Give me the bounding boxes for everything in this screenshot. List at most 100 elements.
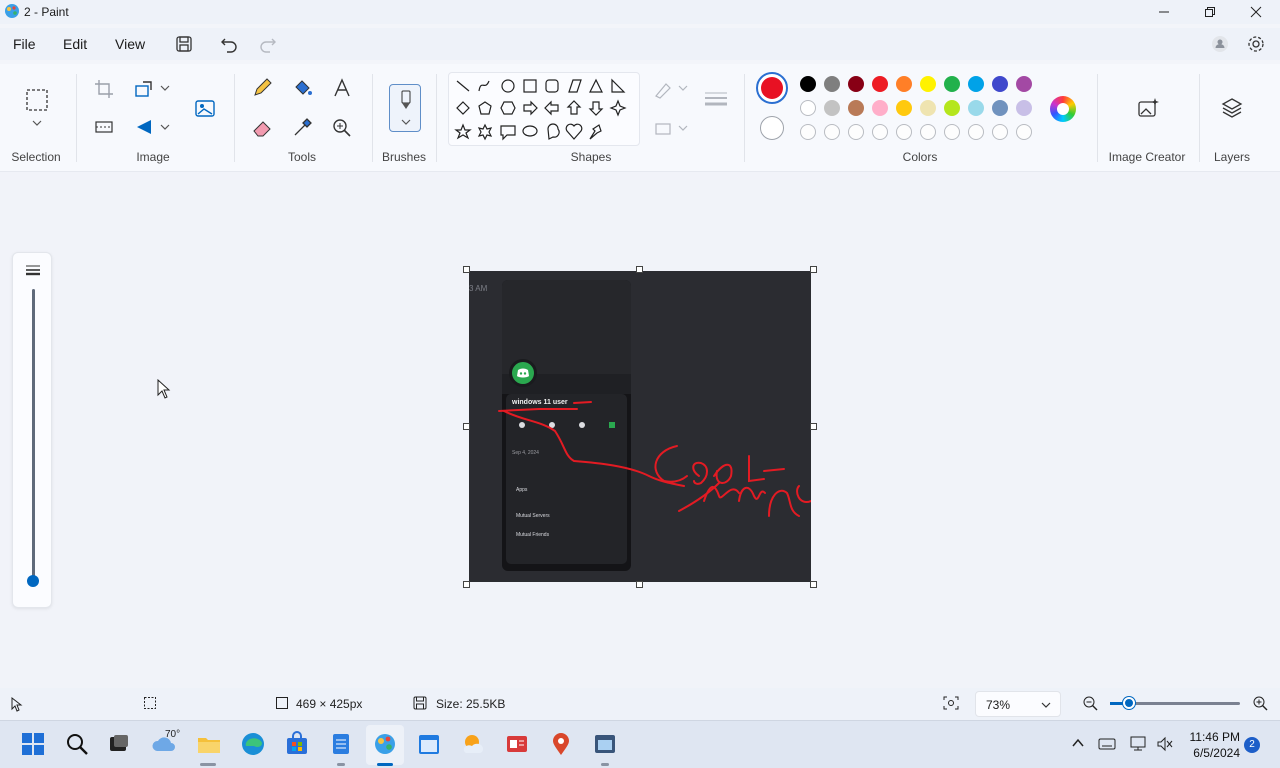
custom-color-slot[interactable] <box>848 124 864 140</box>
fill-chevron-down-icon[interactable] <box>676 122 690 134</box>
zoom-out-icon[interactable] <box>1082 695 1098 711</box>
keyboard-icon[interactable] <box>1098 737 1116 751</box>
resize-handle-top-left[interactable] <box>463 266 470 273</box>
zoom-level-dropdown[interactable]: 73% <box>975 691 1061 717</box>
edit-colors-button[interactable] <box>1050 96 1076 122</box>
weather-app-icon[interactable] <box>460 731 486 757</box>
resize-chevron-down-icon[interactable] <box>158 82 172 94</box>
shape-size-icon[interactable] <box>703 88 729 110</box>
custom-color-slot[interactable] <box>824 124 840 140</box>
custom-color-slot[interactable] <box>944 124 960 140</box>
minimize-button[interactable] <box>1141 0 1187 24</box>
undo-icon[interactable] <box>219 34 239 54</box>
brushes-button[interactable] <box>389 84 421 132</box>
image-properties-icon[interactable] <box>193 96 217 120</box>
custom-color-slot[interactable] <box>920 124 936 140</box>
color-swatch[interactable] <box>920 76 936 92</box>
zoom-slider-thumb[interactable] <box>1123 697 1135 709</box>
color-picker-icon[interactable] <box>291 117 313 139</box>
menu-edit[interactable]: Edit <box>63 36 87 52</box>
custom-color-slot[interactable] <box>1016 124 1032 140</box>
color-swatch[interactable] <box>992 100 1008 116</box>
color-swatch[interactable] <box>800 76 816 92</box>
outline-style-icon[interactable] <box>652 78 674 100</box>
secondary-color-button[interactable] <box>760 116 784 140</box>
account-icon[interactable] <box>1210 34 1230 54</box>
network-monitor-icon[interactable] <box>1130 736 1148 752</box>
color-swatch[interactable] <box>944 100 960 116</box>
eraser-icon[interactable] <box>251 117 273 139</box>
image-creator-icon[interactable] <box>1136 96 1160 120</box>
color-swatch[interactable] <box>968 100 984 116</box>
brush-size-track[interactable] <box>32 289 35 579</box>
edge-browser-icon[interactable] <box>240 731 266 757</box>
resize-handle-bottom-right[interactable] <box>810 581 817 588</box>
resize-handle-top[interactable] <box>636 266 643 273</box>
color-swatch[interactable] <box>848 100 864 116</box>
task-view-icon[interactable] <box>106 731 132 757</box>
resize-handle-bottom[interactable] <box>636 581 643 588</box>
show-hidden-icons-chevron-up-icon[interactable] <box>1071 737 1085 749</box>
notepad-icon[interactable] <box>328 731 354 757</box>
resize-handle-bottom-left[interactable] <box>463 581 470 588</box>
maps-pin-icon[interactable] <box>548 731 574 757</box>
taskbar-clock[interactable]: 11:46 PM 6/5/2024 <box>1186 729 1240 761</box>
redo-icon[interactable] <box>258 34 278 54</box>
fill-bucket-icon[interactable] <box>291 77 313 99</box>
paint-taskbar-icon[interactable] <box>372 731 398 757</box>
color-swatch[interactable] <box>896 100 912 116</box>
custom-color-slot[interactable] <box>872 124 888 140</box>
brush-size-thumb[interactable] <box>27 575 39 587</box>
notification-badge[interactable]: 2 <box>1244 737 1260 753</box>
custom-color-slot[interactable] <box>800 124 816 140</box>
color-swatch[interactable] <box>920 100 936 116</box>
color-swatch[interactable] <box>848 76 864 92</box>
menu-file[interactable]: File <box>13 36 36 52</box>
select-transparent-icon[interactable] <box>93 116 115 138</box>
color-swatch[interactable] <box>992 76 1008 92</box>
primary-color-button[interactable] <box>756 72 788 104</box>
file-explorer-icon[interactable] <box>196 731 222 757</box>
muted-volume-icon[interactable] <box>1156 736 1174 752</box>
custom-color-slot[interactable] <box>992 124 1008 140</box>
color-swatch[interactable] <box>1016 100 1032 116</box>
layers-icon[interactable] <box>1220 96 1244 120</box>
color-swatch[interactable] <box>824 100 840 116</box>
crop-icon[interactable] <box>93 78 115 100</box>
news-app-icon[interactable] <box>504 731 530 757</box>
search-icon[interactable] <box>64 731 90 757</box>
close-window-button[interactable] <box>1233 0 1279 24</box>
pencil-icon[interactable] <box>251 77 273 99</box>
rotate-chevron-down-icon[interactable] <box>158 121 172 133</box>
calendar-icon[interactable] <box>416 731 442 757</box>
resize-icon[interactable] <box>133 78 155 100</box>
canvas-image[interactable]: 3 AM windows 11 user Sep 4, 2024 Apps Mu… <box>469 271 811 582</box>
color-swatch[interactable] <box>1016 76 1032 92</box>
start-windows-icon[interactable] <box>20 731 46 757</box>
color-swatch[interactable] <box>896 76 912 92</box>
restore-button[interactable] <box>1187 0 1233 24</box>
text-tool-icon[interactable] <box>331 77 353 99</box>
magnifier-icon[interactable] <box>331 117 353 139</box>
fit-to-window-icon[interactable] <box>942 695 960 711</box>
brush-size-slider[interactable] <box>12 252 52 608</box>
custom-color-slot[interactable] <box>896 124 912 140</box>
menu-view[interactable]: View <box>115 36 145 52</box>
zoom-in-icon[interactable] <box>1252 695 1268 711</box>
custom-color-slot[interactable] <box>968 124 984 140</box>
selection-chevron-down-icon[interactable] <box>31 118 43 128</box>
color-swatch[interactable] <box>944 76 960 92</box>
outline-chevron-down-icon[interactable] <box>676 82 690 94</box>
fill-style-icon[interactable] <box>652 118 674 140</box>
resize-handle-top-right[interactable] <box>810 266 817 273</box>
settings-gear-icon[interactable] <box>1246 34 1266 54</box>
color-swatch[interactable] <box>872 100 888 116</box>
resize-handle-left[interactable] <box>463 423 470 430</box>
color-swatch[interactable] <box>800 100 816 116</box>
color-swatch[interactable] <box>872 76 888 92</box>
resize-handle-right[interactable] <box>810 423 817 430</box>
color-swatch[interactable] <box>968 76 984 92</box>
save-icon[interactable] <box>174 34 194 54</box>
rotate-flip-icon[interactable] <box>133 116 155 138</box>
rectangle-select-icon[interactable] <box>25 88 49 112</box>
